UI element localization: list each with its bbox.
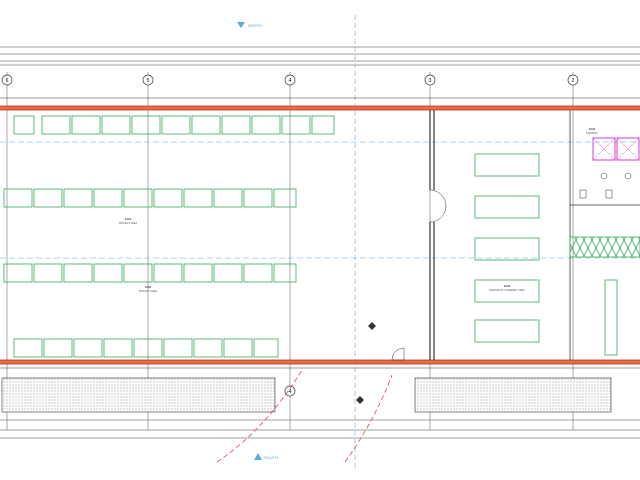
dimension-lines-top xyxy=(0,46,640,66)
furniture-row-2 xyxy=(3,188,297,208)
furniture-row-1 xyxy=(13,115,335,135)
horizontal-axes xyxy=(0,141,640,259)
double-door[interactable] xyxy=(429,189,447,223)
svg-text:PROJECT AREA: PROJECT AREA xyxy=(139,290,158,293)
south-marker[interactable]: SOUTH xyxy=(254,453,278,460)
grid-label-top: 4 xyxy=(289,78,292,84)
hatched-plinths xyxy=(1,377,612,413)
room-tag-1003[interactable]: 1003 WORKSHOP / ASSEMBLY AREA xyxy=(489,284,525,292)
south-arrow-icon xyxy=(254,453,262,460)
grid-label-top: 5 xyxy=(147,78,150,84)
outer-walls xyxy=(0,97,640,369)
grid-label-top: 3 xyxy=(429,78,432,84)
floor-plan-drawing: NORTH 6 5 4 3 2 4 1001 PROJECT AREA 1002… xyxy=(0,15,640,470)
grid-label-top: 6 xyxy=(6,78,9,84)
structural-grid xyxy=(6,72,574,430)
grid-label-top: 2 xyxy=(572,78,575,84)
svg-text:WORKSHOP / ASSEMBLY AREA: WORKSHOP / ASSEMBLY AREA xyxy=(489,289,525,292)
svg-text:1001: 1001 xyxy=(125,217,132,221)
room-tag-1004[interactable]: 1004 SANITARY xyxy=(586,127,598,135)
grid-bubbles-top: 6 5 4 3 2 xyxy=(1,74,579,86)
furniture-row-4 xyxy=(13,338,279,358)
workshop-tables xyxy=(474,153,540,343)
grid-label-bottom: 4 xyxy=(289,389,292,395)
svg-text:1002: 1002 xyxy=(145,285,152,289)
furniture-row-3 xyxy=(3,263,297,283)
north-label: NORTH xyxy=(248,23,262,28)
truss-strip xyxy=(569,236,640,258)
svg-text:PROJECT AREA: PROJECT AREA xyxy=(119,222,138,225)
dimension-lines-bottom xyxy=(0,419,640,439)
north-arrow-icon xyxy=(237,22,245,28)
north-marker[interactable]: NORTH xyxy=(237,22,262,28)
wall-bench xyxy=(604,279,618,356)
svg-text:SANITARY: SANITARY xyxy=(586,132,598,135)
south-label: SOUTH xyxy=(264,455,278,460)
sanitary-fixtures xyxy=(579,137,640,199)
room-tag-1001[interactable]: 1001 PROJECT AREA xyxy=(119,217,138,225)
interior-walls xyxy=(429,110,640,360)
svg-text:1004: 1004 xyxy=(589,127,596,131)
svg-text:1003: 1003 xyxy=(504,284,511,288)
entrance-door[interactable] xyxy=(391,347,405,361)
floor-plan-viewport[interactable]: NORTH 6 5 4 3 2 4 1001 PROJECT AREA 1002… xyxy=(0,0,640,480)
